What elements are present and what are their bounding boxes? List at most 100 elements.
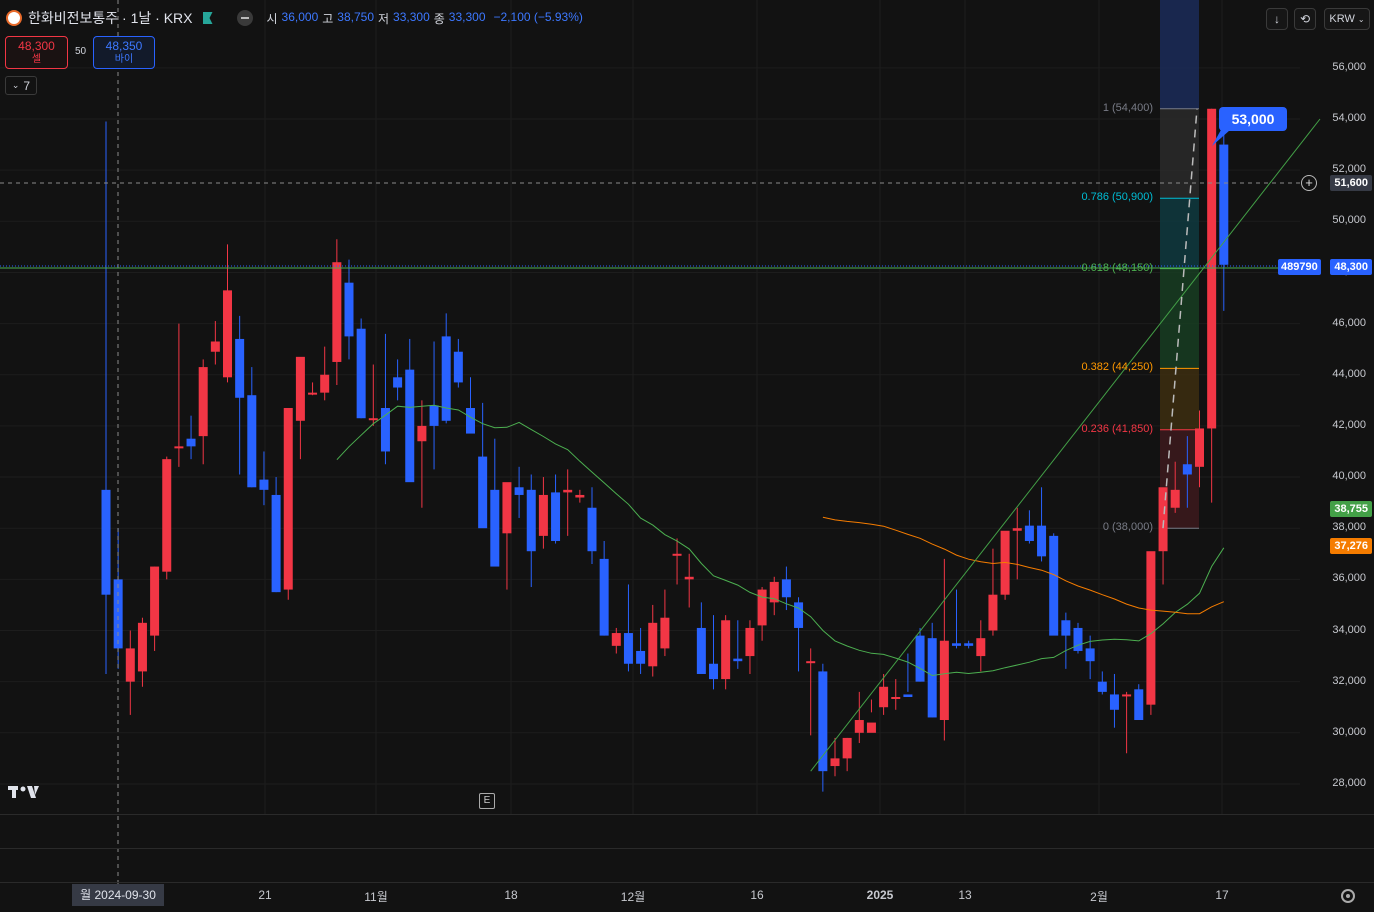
symbol-title[interactable]: 한화비전보통주 · 1날 · KRX <box>28 8 193 28</box>
price-chart[interactable] <box>0 0 1374 912</box>
candle <box>1049 533 1059 636</box>
candle-body <box>223 290 232 378</box>
candle <box>988 548 998 636</box>
candle-body <box>745 627 755 657</box>
candle <box>1219 108 1229 311</box>
candle <box>344 259 354 360</box>
trend-line <box>810 118 1321 772</box>
candle <box>1158 487 1168 585</box>
candle-body <box>660 617 670 649</box>
candle <box>162 456 172 580</box>
candle <box>551 474 561 544</box>
candle-body <box>1012 528 1022 531</box>
candle-body <box>1061 620 1071 636</box>
candle <box>757 587 767 641</box>
candle <box>866 699 876 733</box>
candle-body <box>696 627 706 674</box>
candle <box>721 615 731 690</box>
symbol-logo-icon[interactable] <box>6 10 22 26</box>
candle-body <box>162 459 172 572</box>
fib-level-label: 0.236 (41,850) <box>1081 422 1153 435</box>
candle-body <box>842 737 852 759</box>
time-axis-tick: 16 <box>750 888 764 902</box>
candle-body <box>575 494 585 498</box>
candle <box>259 451 269 506</box>
candle-body <box>551 492 561 541</box>
price-axis-tick: 54,000 <box>1332 112 1366 124</box>
candle <box>198 359 208 465</box>
ohlc-high-value: 38,750 <box>337 9 374 24</box>
time-axis-tick: 12월 <box>620 890 646 904</box>
candle <box>320 346 330 401</box>
candle-body <box>1085 648 1095 662</box>
candle <box>854 691 864 744</box>
price-axis-tick: 30,000 <box>1332 725 1366 738</box>
time-axis-tick: 2025 <box>866 888 894 902</box>
hide-indicator-icon[interactable] <box>236 10 253 26</box>
candle <box>210 321 220 365</box>
candle <box>1134 684 1144 721</box>
candle-body <box>952 643 961 646</box>
earnings-event-icon[interactable]: E <box>479 793 495 809</box>
candle-body <box>490 489 500 567</box>
refresh-button[interactable]: ⟲ <box>1294 8 1316 30</box>
candle-body <box>721 620 731 680</box>
candle-body <box>538 494 548 536</box>
candle <box>709 615 718 690</box>
candle <box>101 121 111 674</box>
ma-green-tag: 38,755 <box>1330 501 1372 517</box>
candle <box>927 622 937 718</box>
candle <box>575 489 585 503</box>
candle-body <box>514 487 524 495</box>
candle <box>538 477 548 549</box>
candle <box>636 627 646 674</box>
tradingview-logo[interactable] <box>8 784 40 805</box>
candle <box>806 648 816 736</box>
candle-body <box>611 633 621 646</box>
chevron-down-icon: ⌄ <box>11 80 20 90</box>
candle <box>952 589 961 649</box>
candle-body <box>1049 535 1059 636</box>
time-axis-tick: 13 <box>958 888 972 902</box>
candle <box>976 620 986 672</box>
candle <box>733 620 743 669</box>
candle-body <box>295 356 305 421</box>
currency-select[interactable]: KRW ⌄ <box>1324 8 1370 30</box>
candle <box>283 407 293 600</box>
price-callout[interactable]: 53,000 <box>1219 107 1287 131</box>
time-axis-tick: 11월 <box>364 890 388 904</box>
candle <box>223 244 232 383</box>
candle <box>903 653 913 697</box>
candle-body <box>210 341 220 352</box>
candle-body <box>1109 694 1119 710</box>
candle <box>417 400 427 508</box>
candle <box>295 356 305 460</box>
candle-body <box>113 579 123 649</box>
candle <box>939 558 949 741</box>
buy-button[interactable]: 48,350 바이 <box>93 36 155 69</box>
candle <box>393 359 403 401</box>
candle-body <box>769 581 779 603</box>
price-axis-tick: 44,000 <box>1332 367 1366 380</box>
candle-body <box>320 374 330 393</box>
candle <box>125 630 135 715</box>
indicators-toggle[interactable]: ⌄ 7 <box>5 76 37 95</box>
candle-body <box>709 663 718 680</box>
sell-button[interactable]: 48,300 셀 <box>5 36 68 69</box>
candle <box>466 377 475 434</box>
candle-body <box>259 479 269 490</box>
settings-gear-icon[interactable] <box>1341 889 1355 903</box>
candle <box>745 620 755 674</box>
candle-body <box>599 558 609 636</box>
candle-body <box>356 328 366 419</box>
candle <box>696 602 706 674</box>
candle-body <box>368 418 378 421</box>
candle-body <box>466 407 475 434</box>
candle <box>453 338 463 388</box>
download-button[interactable]: ↓ <box>1266 8 1288 30</box>
candle <box>186 415 196 460</box>
crosshair-add-icon[interactable]: + <box>1301 175 1317 191</box>
download-icon: ↓ <box>1274 12 1280 26</box>
fib-level-label: 0 (38,000) <box>1102 521 1153 534</box>
candle <box>1073 622 1083 654</box>
